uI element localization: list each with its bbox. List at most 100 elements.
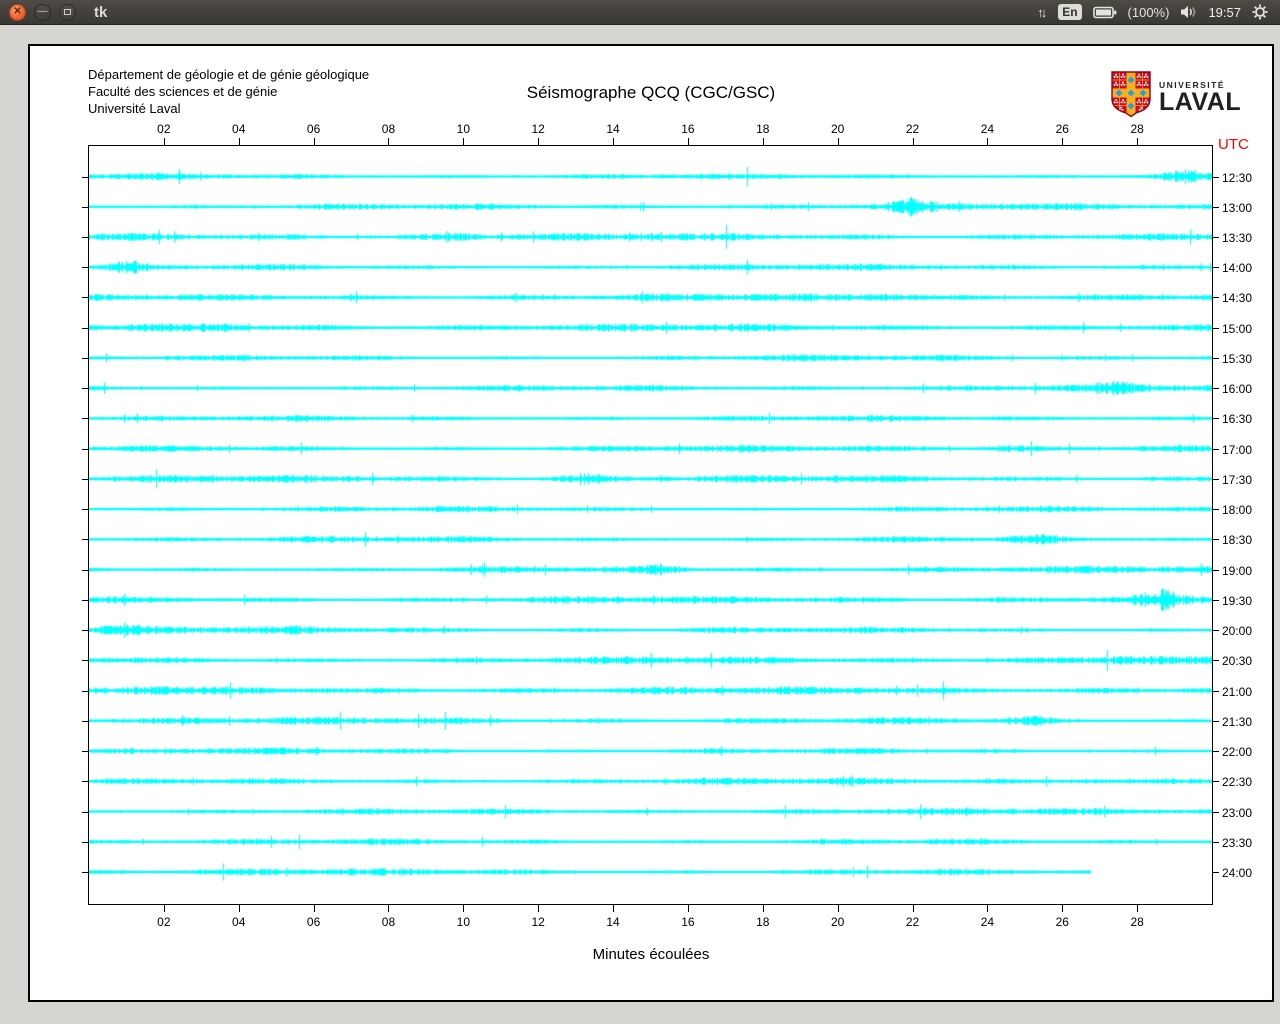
seismograph-canvas: Département de géologie et de génie géol… <box>28 44 1274 1002</box>
x-tick-bottom <box>1137 905 1139 912</box>
x-tick-top <box>613 138 615 145</box>
time-label: 19:30 <box>1222 593 1253 608</box>
x-tick-top <box>163 138 165 145</box>
y-tick-right <box>1213 751 1219 753</box>
x-tick-label-bottom: 12 <box>531 915 545 929</box>
volume-icon[interactable] <box>1180 5 1197 19</box>
y-tick-left <box>82 630 88 632</box>
y-tick-left <box>82 871 88 873</box>
y-tick-left <box>82 357 88 359</box>
maximize-button[interactable] <box>59 3 76 21</box>
time-label: 15:30 <box>1222 351 1253 366</box>
time-label: 13:30 <box>1222 230 1253 245</box>
time-label: 15:00 <box>1222 321 1253 336</box>
y-tick-left <box>82 569 88 571</box>
y-tick-right <box>1213 388 1219 390</box>
x-tick-label-top: 02 <box>157 122 171 136</box>
y-tick-right <box>1213 478 1219 480</box>
y-tick-right <box>1213 236 1219 238</box>
x-tick-bottom <box>313 905 315 912</box>
y-tick-right <box>1213 297 1219 299</box>
x-tick-label-bottom: 28 <box>1130 915 1144 929</box>
x-tick-label-bottom: 22 <box>905 915 920 929</box>
clock[interactable]: 19:57 <box>1208 5 1241 20</box>
time-label: 17:00 <box>1222 442 1253 457</box>
time-label: 16:00 <box>1222 382 1253 397</box>
x-tick-top <box>1137 138 1139 145</box>
seismogram-traces <box>89 146 1212 904</box>
x-tick-label-bottom: 02 <box>157 915 171 929</box>
y-tick-left <box>82 448 88 450</box>
window-buttons: ✕ — <box>0 3 76 21</box>
x-tick-top <box>837 138 839 145</box>
time-label: 14:00 <box>1222 261 1253 276</box>
x-tick-label-bottom: 16 <box>681 915 695 929</box>
x-tick-label-bottom: 26 <box>1055 915 1069 929</box>
x-tick-label-top: 18 <box>756 122 770 136</box>
x-tick-bottom <box>238 905 240 912</box>
time-label: 17:30 <box>1222 472 1253 487</box>
time-label: 20:30 <box>1222 654 1253 669</box>
x-tick-top <box>912 138 914 145</box>
y-tick-left <box>82 509 88 511</box>
laval-logo-laval: LAVAL <box>1159 87 1242 116</box>
y-tick-right <box>1213 599 1219 601</box>
keyboard-layout-indicator[interactable]: En <box>1058 4 1082 20</box>
time-label: 16:30 <box>1222 412 1253 427</box>
y-tick-left <box>82 206 88 208</box>
y-tick-right <box>1213 569 1219 571</box>
plot-area: 02 02 04 04 06 06 08 08 10 10 12 12 14 14 16 16 18 18 20 20… <box>82 122 1252 929</box>
tk-window-background: Département de géologie et de génie géol… <box>0 26 1280 1024</box>
y-tick-right <box>1213 267 1219 269</box>
y-tick-right <box>1213 781 1219 783</box>
x-tick-label-bottom: 14 <box>606 915 620 929</box>
y-tick-right <box>1213 448 1219 450</box>
y-tick-right <box>1213 176 1219 178</box>
x-tick-bottom <box>987 905 989 912</box>
x-tick-bottom <box>463 905 465 912</box>
x-tick-label-top: 10 <box>456 122 471 136</box>
institution-line-1: Département de géologie et de génie géol… <box>88 67 370 82</box>
y-tick-left <box>82 751 88 753</box>
y-tick-left <box>82 418 88 420</box>
battery-icon[interactable] <box>1092 6 1117 19</box>
x-tick-bottom <box>613 905 615 912</box>
time-label: 19:00 <box>1222 563 1253 578</box>
minimize-button[interactable]: — <box>34 3 51 21</box>
window-title: tk <box>94 3 108 21</box>
network-icon[interactable]: ↑↓ <box>1037 5 1047 20</box>
chart-title: Séismographe QCQ (CGC/GSC) <box>526 83 776 102</box>
y-tick-right <box>1213 871 1219 873</box>
time-label: 23:30 <box>1222 835 1253 850</box>
x-tick-bottom <box>762 905 764 912</box>
x-tick-label-top: 12 <box>531 122 545 136</box>
x-tick-bottom <box>163 905 165 912</box>
y-tick-right <box>1213 660 1219 662</box>
battery-percentage: (100%) <box>1127 4 1170 20</box>
time-label: 12:30 <box>1222 170 1253 185</box>
y-tick-left <box>82 236 88 238</box>
y-tick-left <box>82 297 88 299</box>
laval-shield-icon <box>1110 70 1152 123</box>
x-tick-label-top: 28 <box>1130 122 1144 136</box>
time-label: 22:30 <box>1222 775 1253 790</box>
x-tick-top <box>538 138 540 145</box>
y-tick-right <box>1213 841 1219 843</box>
time-label: 18:30 <box>1222 533 1253 548</box>
y-tick-right <box>1213 509 1219 511</box>
x-tick-top <box>238 138 240 145</box>
close-button[interactable]: ✕ <box>9 3 26 21</box>
laval-logo: UNIVERSITÉ LAVAL <box>1110 70 1241 123</box>
y-tick-right <box>1213 720 1219 722</box>
y-tick-left <box>82 176 88 178</box>
y-tick-left <box>82 267 88 269</box>
gear-icon[interactable] <box>1252 4 1268 20</box>
x-axis-title: Minutes écoulées <box>592 946 710 963</box>
y-tick-right <box>1213 206 1219 208</box>
x-tick-top <box>388 138 390 145</box>
x-tick-label-bottom: 04 <box>232 915 246 929</box>
time-label: 23:00 <box>1222 805 1253 820</box>
y-tick-left <box>82 841 88 843</box>
x-tick-label-top: 08 <box>381 122 396 136</box>
y-tick-right <box>1213 357 1219 359</box>
